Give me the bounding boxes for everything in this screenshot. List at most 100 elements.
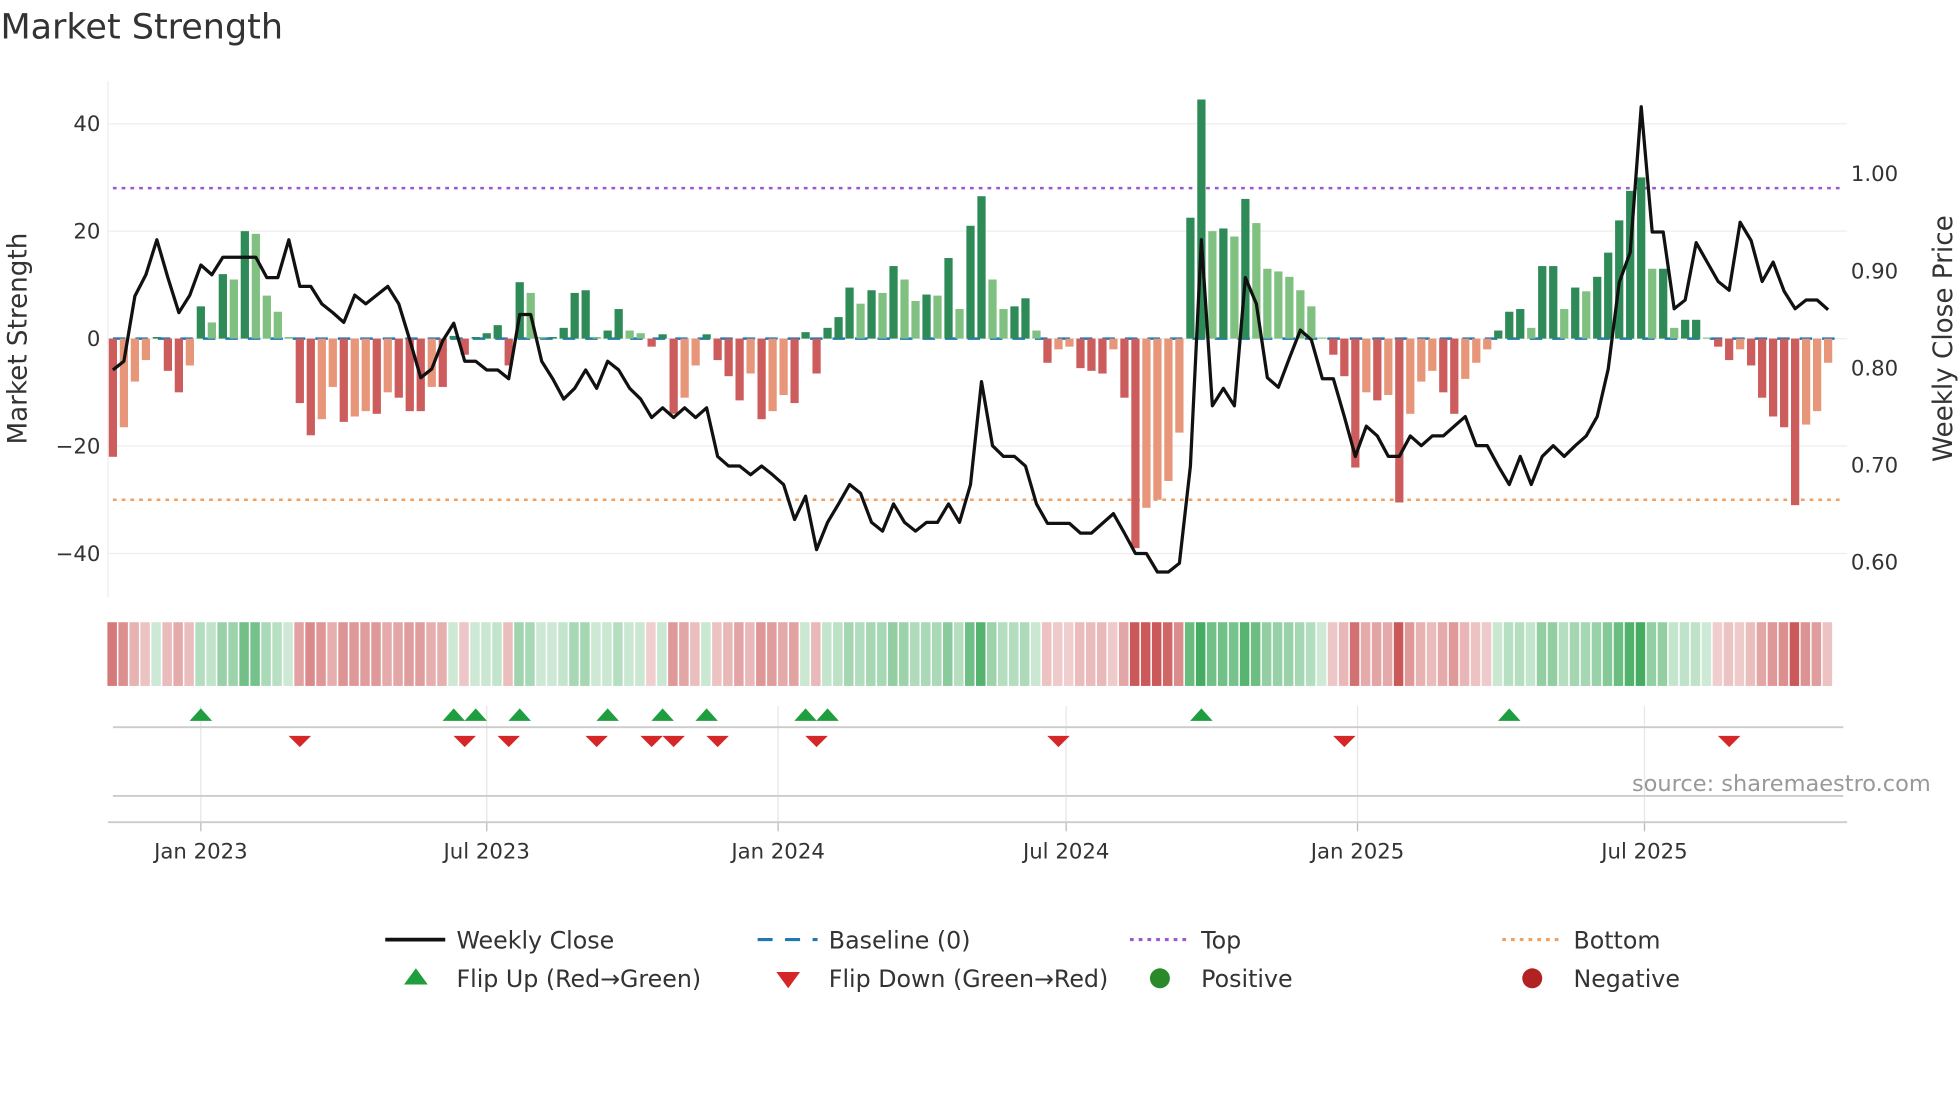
strip-cell	[1822, 622, 1833, 686]
strip-cell	[1459, 622, 1470, 686]
flip-down-marker	[497, 735, 520, 748]
legend-label: Top	[1200, 926, 1241, 954]
strength-bar	[1307, 306, 1316, 339]
flip-up-marker	[816, 708, 839, 721]
strength-bar	[1164, 338, 1173, 481]
strength-bar	[1087, 338, 1096, 371]
flip-up-marker	[508, 708, 531, 721]
strip-cell	[800, 622, 810, 686]
strength-bar	[1120, 338, 1129, 398]
strip-cell	[723, 622, 733, 686]
strength-bar	[1428, 338, 1437, 371]
strength-bar	[1823, 338, 1833, 363]
legend-circle-red-icon	[1522, 968, 1543, 989]
strip-cell	[1316, 622, 1327, 686]
strip-cell	[1756, 622, 1767, 686]
strength-bar	[372, 338, 381, 414]
strength-bar	[1076, 338, 1085, 369]
strength-bar	[592, 336, 601, 339]
strip-cell	[690, 622, 700, 686]
strip-cell	[1239, 622, 1250, 686]
strength-bar	[1450, 338, 1459, 414]
strip-cell	[426, 622, 436, 686]
flip-up-marker	[1190, 708, 1213, 721]
strip-cell	[679, 622, 689, 686]
strip-cell	[591, 622, 601, 686]
strength-bar	[1747, 338, 1756, 366]
strip-cell	[646, 622, 656, 686]
strip-cell	[1712, 622, 1723, 686]
strip-cell	[239, 622, 249, 686]
strip-cell	[129, 622, 139, 686]
market-strength-chart: Market Strength 40 20 0 −20 −40 1.00 0.90 0.80 0…	[0, 8, 1959, 993]
strength-bar	[1417, 338, 1426, 382]
strip-cell	[1602, 622, 1613, 686]
strength-bar	[746, 338, 755, 374]
strip-cell	[1085, 622, 1096, 686]
strip-cell	[1206, 622, 1217, 686]
strength-bar	[1109, 338, 1118, 350]
y-tick-label: 20	[73, 220, 100, 245]
strength-bar	[856, 303, 865, 339]
strength-bar	[1812, 338, 1822, 412]
strip-cell	[492, 622, 502, 686]
y2-tick-label: 0.60	[1851, 551, 1898, 576]
strip-cell	[448, 622, 458, 686]
strength-bar	[229, 279, 238, 339]
strength-bar	[691, 338, 700, 366]
legend-label: Bottom	[1573, 926, 1660, 954]
strip-cell	[1294, 622, 1305, 686]
strip-cell	[1778, 622, 1789, 686]
strength-bar	[1054, 338, 1063, 350]
strip-cell	[1569, 622, 1580, 686]
flip-up-marker	[695, 708, 718, 721]
axes: 40 20 0 −20 −40 1.00 0.90 0.80 0.70 0.60 Jan 2023 J…	[56, 81, 1898, 864]
strip-cell	[217, 622, 227, 686]
strip-cell	[965, 622, 975, 686]
strip-cell	[866, 622, 876, 686]
strength-bar	[108, 338, 118, 457]
strip-cell	[822, 622, 832, 686]
strip-cell	[437, 622, 447, 686]
strength-bar	[1362, 338, 1371, 393]
strip-cell	[525, 622, 535, 686]
strip-cell	[624, 622, 634, 686]
chart-title: Market Strength	[0, 8, 283, 48]
strip-cell	[1448, 622, 1459, 686]
strip-cell	[1228, 622, 1239, 686]
strip-cell	[459, 622, 469, 686]
strip-cell	[932, 622, 942, 686]
strength-bar	[1032, 330, 1041, 339]
flip-down-marker	[805, 735, 828, 748]
strip-cell	[382, 622, 392, 686]
strip-cell	[228, 622, 238, 686]
legend-tri-up-icon	[404, 968, 428, 985]
strength-bar	[1373, 338, 1382, 401]
strength-bar	[1780, 338, 1789, 428]
strength-bar	[801, 332, 810, 339]
strength-bar	[823, 327, 832, 339]
x-tick-label: Jan 2025	[1309, 839, 1405, 864]
legend-item: Flip Down (Green→Red)	[776, 965, 1108, 993]
strength-bar	[1010, 306, 1019, 339]
strength-bar	[1560, 309, 1569, 339]
strip-cell	[283, 622, 293, 686]
x-tick-label: Jan 2023	[152, 839, 248, 864]
y-tick-label: 40	[73, 112, 100, 137]
strip-cell	[1305, 622, 1316, 686]
strip-cell	[910, 622, 920, 686]
strip-cell	[184, 622, 194, 686]
strip-cell	[943, 622, 953, 686]
strip-cell	[404, 622, 414, 686]
strip-cell	[1745, 622, 1756, 686]
strip-cell	[1151, 622, 1162, 686]
y-tick-label: 0	[87, 327, 101, 352]
strip-cell	[162, 622, 172, 686]
strip-cell	[140, 622, 150, 686]
x-tick-label: Jul 2025	[1599, 839, 1687, 864]
legend-circle-green-icon	[1149, 968, 1170, 989]
strength-bar	[1340, 338, 1349, 377]
strip-cell	[1734, 622, 1745, 686]
strength-bar	[262, 295, 271, 339]
flip-down-marker	[1717, 735, 1741, 748]
